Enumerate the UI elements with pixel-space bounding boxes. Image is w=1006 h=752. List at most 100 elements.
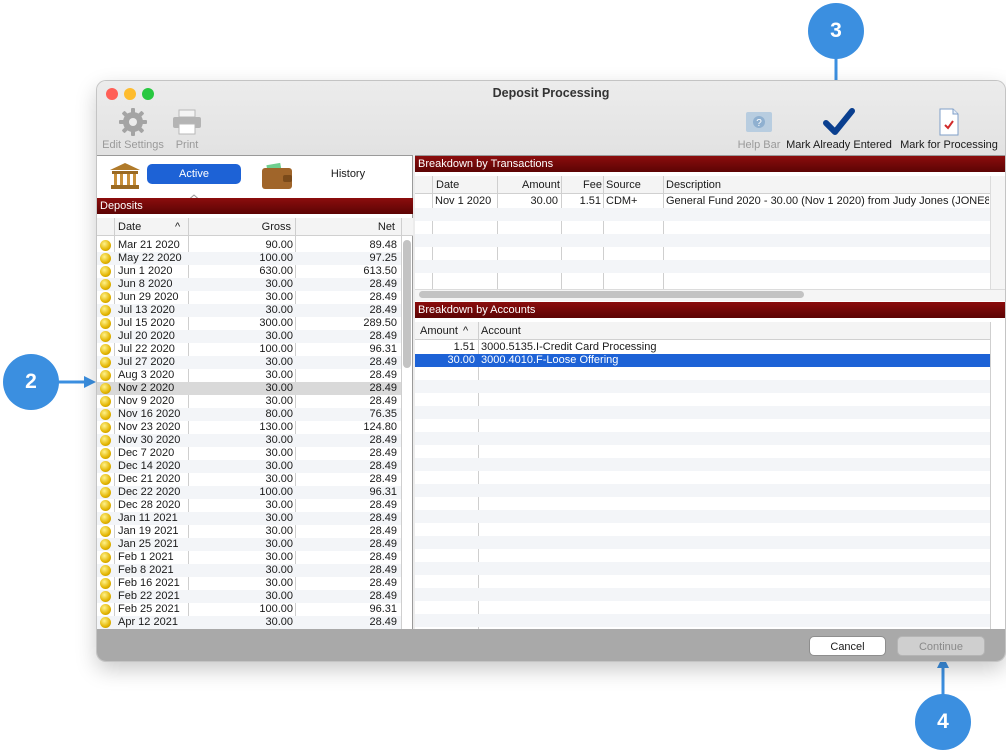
transaction-row[interactable]: Nov 1 2020 30.00 1.51 CDM+ General Fund 2020…	[415, 195, 990, 208]
transaction-source: CDM+	[606, 195, 638, 207]
deposit-date: Feb 16 2021	[118, 577, 180, 589]
deposit-row[interactable]: Jul 22 2020 100.00 96.31	[97, 343, 401, 356]
deposit-date: Jul 22 2020	[118, 343, 175, 355]
coin-icon	[100, 331, 111, 342]
deposit-gross: 30.00	[265, 512, 293, 524]
deposit-row[interactable]: Dec 22 2020 100.00 96.31	[97, 486, 401, 499]
deposit-row[interactable]: Aug 3 2020 30.00 28.49	[97, 369, 401, 382]
deposit-row[interactable]: Apr 12 2021 30.00 28.49	[97, 616, 401, 629]
deposit-row[interactable]: Jul 15 2020 300.00 289.50	[97, 317, 401, 330]
deposit-row[interactable]: Jan 25 2021 30.00 28.49	[97, 538, 401, 551]
deposits-scrollbar[interactable]	[403, 240, 411, 368]
accounts-list: 1.51 3000.5135.I-Credit Card Processing 30…	[415, 341, 990, 629]
deposit-net: 28.49	[369, 278, 397, 290]
deposit-row[interactable]: Mar 21 2020 90.00 89.48	[97, 239, 401, 252]
deposit-row[interactable]: Dec 7 2020 30.00 28.49	[97, 447, 401, 460]
deposit-row[interactable]: Jan 19 2021 30.00 28.49	[97, 525, 401, 538]
deposit-gross: 30.00	[265, 551, 293, 563]
deposit-row[interactable]: Dec 28 2020 30.00 28.49	[97, 499, 401, 512]
deposit-date: Jul 20 2020	[118, 330, 175, 342]
deposit-date: Jun 29 2020	[118, 291, 179, 303]
deposit-row[interactable]: Jul 13 2020 30.00 28.49	[97, 304, 401, 317]
column-tx-amount[interactable]: Amount	[522, 179, 560, 191]
deposit-row[interactable]: Jun 29 2020 30.00 28.49	[97, 291, 401, 304]
coin-icon	[100, 617, 111, 628]
help-bar-label: Help Bar	[737, 139, 781, 151]
deposit-row[interactable]: Feb 22 2021 30.00 28.49	[97, 590, 401, 603]
column-tx-fee[interactable]: Fee	[583, 179, 602, 191]
edit-settings-button[interactable]: Edit Settings	[102, 107, 164, 153]
deposit-row[interactable]: Nov 30 2020 30.00 28.49	[97, 434, 401, 447]
deposit-row[interactable]: Feb 25 2021 100.00 96.31	[97, 603, 401, 616]
deposit-date: Nov 16 2020	[118, 408, 181, 420]
deposit-row[interactable]: Nov 9 2020 30.00 28.49	[97, 395, 401, 408]
deposit-row[interactable]: Nov 16 2020 80.00 76.35	[97, 408, 401, 421]
deposit-row[interactable]: Feb 8 2021 30.00 28.49	[97, 564, 401, 577]
deposit-row[interactable]: Jun 1 2020 630.00 613.50	[97, 265, 401, 278]
column-net[interactable]: Net	[378, 221, 395, 233]
sort-ascending-icon: ^	[463, 325, 469, 337]
tab-history[interactable]: History	[323, 168, 373, 180]
deposit-net: 28.49	[369, 551, 397, 563]
deposit-net: 28.49	[369, 447, 397, 459]
sort-ascending-icon: ^	[175, 221, 181, 233]
coin-icon	[100, 344, 111, 355]
account-row[interactable]: 30.00 3000.4010.F-Loose Offering	[415, 354, 990, 367]
edit-settings-label: Edit Settings	[102, 139, 164, 151]
deposit-net: 28.49	[369, 395, 397, 407]
deposit-gross: 80.00	[265, 408, 293, 420]
deposit-gross: 30.00	[265, 499, 293, 511]
transactions-hscrollbar[interactable]	[419, 291, 804, 298]
help-bar-button[interactable]: ? Help Bar	[735, 107, 783, 153]
accounts-column-header: Amount ^ Account	[415, 322, 990, 340]
cancel-button[interactable]: Cancel	[809, 636, 886, 656]
deposit-row[interactable]: Feb 16 2021 30.00 28.49	[97, 577, 401, 590]
deposit-row[interactable]: Dec 14 2020 30.00 28.49	[97, 460, 401, 473]
mark-for-processing-button[interactable]: Mark for Processing	[899, 107, 999, 153]
deposit-net: 28.49	[369, 434, 397, 446]
deposit-gross: 30.00	[265, 538, 293, 550]
deposit-row[interactable]: Jul 27 2020 30.00 28.49	[97, 356, 401, 369]
coin-icon	[100, 422, 111, 433]
deposit-row[interactable]: Nov 23 2020 130.00 124.80	[97, 421, 401, 434]
deposit-net: 124.80	[363, 421, 397, 433]
column-tx-source[interactable]: Source	[606, 179, 641, 191]
column-acc-amount[interactable]: Amount	[420, 325, 458, 337]
column-date[interactable]: Date	[118, 221, 141, 233]
coin-icon	[100, 370, 111, 381]
deposit-date: Dec 22 2020	[118, 486, 181, 498]
deposit-row[interactable]: Feb 1 2021 30.00 28.49	[97, 551, 401, 564]
column-gross[interactable]: Gross	[262, 221, 291, 233]
deposit-date: Feb 22 2021	[118, 590, 180, 602]
deposit-net: 28.49	[369, 564, 397, 576]
callout-2: 2	[3, 354, 59, 410]
deposit-date: Nov 23 2020	[118, 421, 181, 433]
deposit-net: 28.49	[369, 525, 397, 537]
deposit-row[interactable]: May 22 2020 100.00 97.25	[97, 252, 401, 265]
deposit-gross: 100.00	[259, 252, 293, 264]
deposit-row[interactable]: Nov 2 2020 30.00 28.49	[97, 382, 401, 395]
deposits-pane: Active History Deposits Date ^ Gross Net…	[97, 155, 413, 630]
deposit-row[interactable]: Jul 20 2020 30.00 28.49	[97, 330, 401, 343]
deposit-row[interactable]: Dec 21 2020 30.00 28.49	[97, 473, 401, 486]
deposit-date: Jun 1 2020	[118, 265, 173, 277]
continue-button[interactable]: Continue	[897, 636, 985, 656]
coin-icon	[100, 409, 111, 420]
deposit-net: 96.31	[369, 343, 397, 355]
callout-4-arrow	[937, 656, 949, 696]
tab-active[interactable]: Active	[147, 164, 241, 184]
account-row[interactable]: 1.51 3000.5135.I-Credit Card Processing	[415, 341, 990, 354]
coin-icon	[100, 266, 111, 277]
column-tx-date[interactable]: Date	[436, 179, 459, 191]
deposit-row[interactable]: Jun 8 2020 30.00 28.49	[97, 278, 401, 291]
deposit-date: Jul 27 2020	[118, 356, 175, 368]
coin-icon	[100, 487, 111, 498]
deposit-row[interactable]: Jan 11 2021 30.00 28.49	[97, 512, 401, 525]
breakdown-pane: Breakdown by Transactions Date Amount Fe…	[415, 155, 1005, 630]
transaction-amount: 30.00	[530, 195, 558, 207]
print-button[interactable]: Print	[171, 107, 203, 153]
column-tx-description[interactable]: Description	[666, 179, 721, 191]
mark-already-entered-button[interactable]: Mark Already Entered	[785, 107, 893, 153]
column-acc-account[interactable]: Account	[481, 325, 521, 337]
coin-icon	[100, 318, 111, 329]
